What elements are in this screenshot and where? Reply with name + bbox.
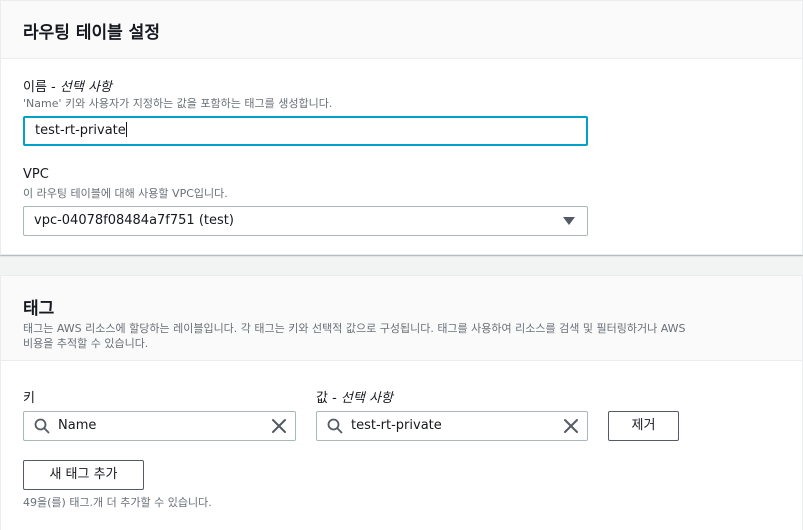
dropdown-caret-icon	[563, 217, 575, 225]
tags-panel: 태그 태그는 AWS 리소스에 할당하는 레이블입니다. 각 태그는 키와 선택…	[0, 275, 803, 530]
tag-value-input[interactable]: test-rt-private	[316, 411, 588, 441]
vpc-description: 이 라우팅 테이블에 대해 사용할 VPC입니다.	[23, 187, 228, 200]
tags-description-line2: 비용을 추적할 수 있습니다.	[23, 337, 149, 350]
route-table-settings-panel: 라우팅 테이블 설정 이름 - 선택 사항 'Name' 키와 사용자가 지정하…	[0, 0, 803, 255]
remaining-tags-text: 49을(를) 태그.개 더 추가할 수 있습니다.	[23, 496, 212, 509]
search-icon	[34, 418, 50, 434]
remove-tag-button[interactable]: 제거	[608, 411, 679, 441]
name-optional-label: 선택 사항	[59, 80, 112, 95]
add-tag-button[interactable]: 새 태그 추가	[23, 460, 144, 490]
name-input[interactable]: test-rt-private	[23, 116, 588, 146]
vpc-select[interactable]: vpc-04078f08484a7f751 (test)	[23, 206, 588, 236]
search-icon	[327, 418, 343, 434]
tags-title: 태그	[23, 299, 55, 319]
route-table-settings-title: 라우팅 테이블 설정	[23, 23, 160, 43]
tag-key-label: 키	[23, 391, 35, 406]
tag-value-label: 값 - 선택 사항	[316, 391, 393, 406]
clear-icon[interactable]	[271, 418, 287, 434]
tag-key-value: Name	[58, 418, 97, 433]
tag-key-input[interactable]: Name	[23, 411, 296, 441]
vpc-selected-value: vpc-04078f08484a7f751 (test)	[34, 213, 234, 228]
clear-icon[interactable]	[563, 418, 579, 434]
name-label: 이름 - 선택 사항	[23, 80, 112, 95]
text-cursor	[125, 122, 127, 137]
tag-value-value: test-rt-private	[351, 418, 442, 433]
vpc-label: VPC	[23, 167, 49, 182]
tags-description-line1: 태그는 AWS 리소스에 할당하는 레이블입니다. 각 태그는 키와 선택적 값…	[23, 322, 686, 335]
tag-value-optional-label: 선택 사항	[340, 391, 393, 406]
name-description: 'Name' 키와 사용자가 지정하는 값을 포함하는 태그를 생성합니다.	[23, 97, 333, 110]
